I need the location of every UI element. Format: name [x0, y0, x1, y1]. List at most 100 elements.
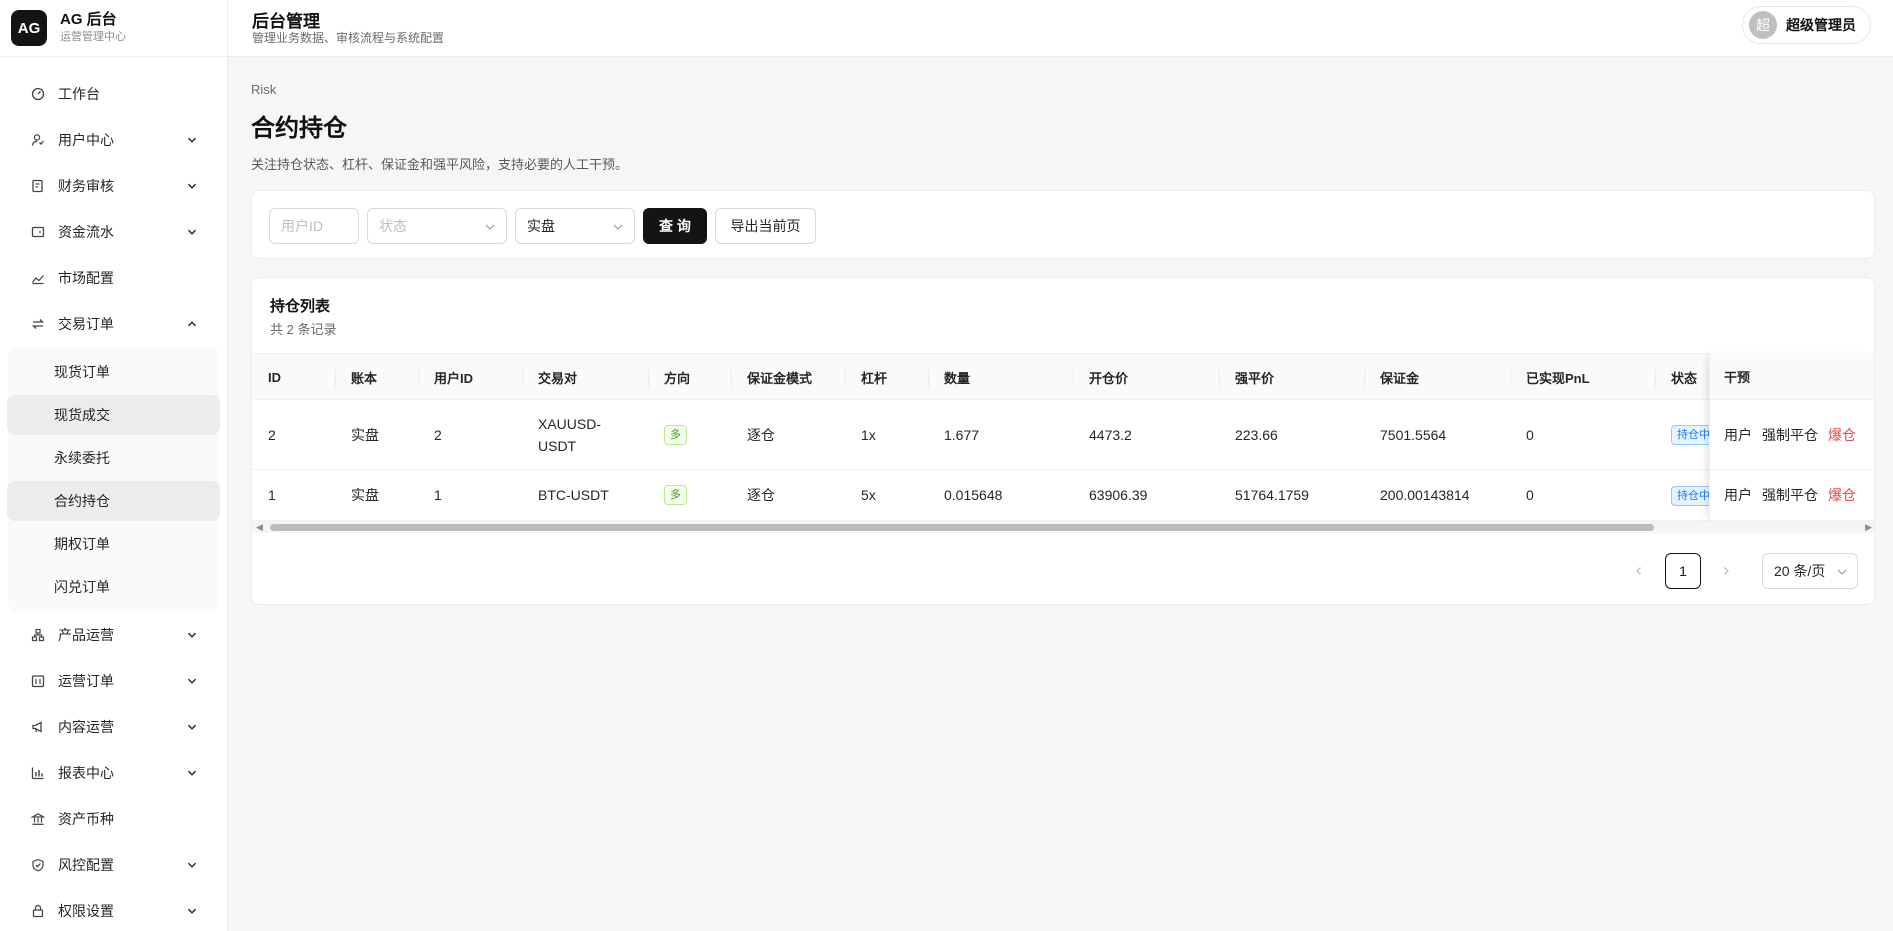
page-size-value: 20 条/页 [1774, 563, 1826, 579]
column-header-book[interactable]: 账本 [335, 354, 377, 401]
sidebar-item-market-config[interactable]: 市场配置 [0, 255, 227, 301]
cell-id: 2 [268, 426, 276, 443]
sidebar-item-trade-orders[interactable]: 交易订单 [0, 301, 227, 347]
sidebar-item-label: 工作台 [58, 86, 100, 102]
sidebar-item-users[interactable]: 用户中心 [0, 117, 227, 163]
liquidate-link[interactable]: 爆仓 [1828, 425, 1856, 445]
cell-side: 多 [664, 400, 687, 469]
avatar: 超 [1749, 11, 1777, 39]
status-select[interactable]: 状态 [367, 208, 507, 244]
sidebar-menu: 工作台 用户中心 财务审核 资金流水 市场配置 交易订单 现货订单 现货成交 永… [0, 57, 227, 931]
chevron-down-icon [612, 220, 624, 236]
liquidate-link[interactable]: 爆仓 [1828, 485, 1856, 505]
scrollbar-thumb[interactable] [270, 524, 1654, 531]
column-header-margin[interactable]: 保证金 [1364, 354, 1419, 401]
sidebar-item-reports[interactable]: 报表中心 [0, 750, 227, 796]
sidebar-subitem-spot-trades[interactable]: 现货成交 [7, 395, 220, 435]
column-header-label: 强平价 [1235, 371, 1275, 386]
brand-subtitle: 运营管理中心 [60, 31, 126, 43]
table-header: ID 账本 用户ID 交易对 方向 保证金模式 杠杆 数量 开仓价 强平价 保证… [252, 353, 1874, 401]
sidebar-subitem-contract-positions[interactable]: 合约持仓 [7, 481, 220, 521]
horizontal-scrollbar[interactable]: ◀ ▶ [252, 521, 1874, 533]
chevron-down-icon [187, 135, 197, 145]
chevron-down-icon [187, 768, 197, 778]
sidebar-item-risk-config[interactable]: 风控配置 [0, 842, 227, 888]
column-header-realized-pnl[interactable]: 已实现PnL [1510, 354, 1590, 401]
force-close-link[interactable]: 强制平仓 [1762, 485, 1818, 505]
table-row: 2 实盘 2 XAUUSD- USDT 多 逐仓 1x 1.677 4473.2… [252, 400, 1874, 470]
column-header-qty[interactable]: 数量 [928, 354, 970, 401]
sidebar-subitem-option-orders[interactable]: 期权订单 [7, 524, 220, 564]
user-id-input[interactable]: 用户ID [269, 208, 359, 244]
column-header-liq-price[interactable]: 强平价 [1219, 354, 1275, 401]
column-header-label: 杠杆 [861, 371, 888, 386]
sidebar-item-permissions[interactable]: 权限设置 [0, 888, 227, 931]
pagination-prev-button[interactable] [1629, 553, 1649, 589]
sidebar-subitem-swap-orders[interactable]: 闪兑订单 [7, 567, 220, 607]
scroll-left-icon[interactable]: ◀ [256, 522, 263, 533]
column-header-id[interactable]: ID [268, 354, 281, 401]
sidebar-subitem-perp-orders[interactable]: 永续委托 [7, 438, 220, 478]
scroll-right-icon[interactable]: ▶ [1865, 522, 1872, 533]
sidebar-item-dashboard[interactable]: 工作台 [0, 71, 227, 117]
cell-user-id: 2 [434, 426, 442, 443]
lock-icon [31, 904, 45, 918]
sidebar-item-label: 权限设置 [58, 903, 114, 919]
sidebar-item-label: 市场配置 [58, 270, 114, 286]
page-size-select[interactable]: 20 条/页 [1762, 553, 1858, 589]
user-link[interactable]: 用户 [1724, 425, 1752, 445]
brand: AG AG 后台 运营管理中心 [0, 0, 227, 57]
brand-logo[interactable]: AG [11, 10, 47, 46]
column-header-side[interactable]: 方向 [648, 354, 691, 401]
column-header-label: 保证金模式 [747, 371, 813, 386]
column-header-margin-mode[interactable]: 保证金模式 [731, 354, 813, 401]
sidebar-item-fund-flow[interactable]: 资金流水 [0, 209, 227, 255]
sidebar-item-finance-audit[interactable]: 财务审核 [0, 163, 227, 209]
pagination-page-current[interactable]: 1 [1665, 553, 1701, 589]
column-header-status[interactable]: 状态 [1655, 354, 1698, 401]
sidebar-item-content-ops[interactable]: 内容运营 [0, 704, 227, 750]
top-header: 后台管理 管理业务数据、审核流程与系统配置 超 超级管理员 [228, 0, 1893, 57]
user-menu[interactable]: 超 超级管理员 [1742, 6, 1871, 44]
column-header-label: 方向 [664, 371, 691, 386]
query-button[interactable]: 查 询 [643, 208, 707, 244]
force-close-link[interactable]: 强制平仓 [1762, 425, 1818, 445]
column-header-label: 状态 [1671, 371, 1698, 386]
cell-status: 持仓中 [1671, 400, 1709, 470]
column-header-user-id[interactable]: 用户ID [418, 354, 473, 401]
column-header-open-price[interactable]: 开仓价 [1073, 354, 1128, 401]
side-tag: 多 [664, 424, 687, 445]
status-tag: 持仓中 [1671, 485, 1709, 506]
user-link[interactable]: 用户 [1724, 485, 1752, 505]
record-count: 共 2 条记录 [270, 322, 337, 337]
cell-margin: 200.00143814 [1380, 487, 1470, 503]
column-header-leverage[interactable]: 杠杆 [845, 354, 888, 401]
account-select-value: 实盘 [527, 218, 555, 234]
fixed-action-column: 干预 用户 强制平仓 爆仓 用户 强制平仓 爆仓 [1709, 353, 1874, 521]
column-header-label: 已实现PnL [1526, 371, 1590, 386]
sidebar-subitem-spot-orders[interactable]: 现货订单 [7, 352, 220, 392]
export-button[interactable]: 导出当前页 [715, 208, 816, 244]
column-header-pair[interactable]: 交易对 [522, 354, 578, 401]
sidebar-item-label: 风控配置 [58, 857, 114, 873]
cell-book: 实盘 [351, 426, 379, 443]
user-id-placeholder: 用户ID [281, 218, 323, 234]
chevron-down-icon [187, 676, 197, 686]
account-select[interactable]: 实盘 [515, 208, 635, 244]
column-header-intervention[interactable]: 干预 [1710, 353, 1874, 400]
sidebar-item-product-ops[interactable]: 产品运营 [0, 612, 227, 658]
cell-qty: 0.015648 [944, 487, 1003, 503]
sidebar-item-label: 报表中心 [58, 765, 114, 781]
cell-pnl: 0 [1526, 426, 1534, 443]
cell-book: 实盘 [351, 487, 379, 503]
sidebar-item-asset-currency[interactable]: 资产币种 [0, 796, 227, 842]
column-header-label: 交易对 [538, 371, 578, 386]
cell-open-price: 63906.39 [1089, 487, 1148, 503]
cell-id: 1 [268, 487, 276, 503]
cell-status: 持仓中 [1671, 470, 1709, 521]
chevron-down-icon [1836, 565, 1848, 581]
sidebar-item-ops-orders[interactable]: 运营订单 [0, 658, 227, 704]
pagination-next-button[interactable] [1716, 553, 1736, 589]
table-title: 持仓列表 [270, 298, 331, 315]
user-icon [31, 133, 45, 147]
